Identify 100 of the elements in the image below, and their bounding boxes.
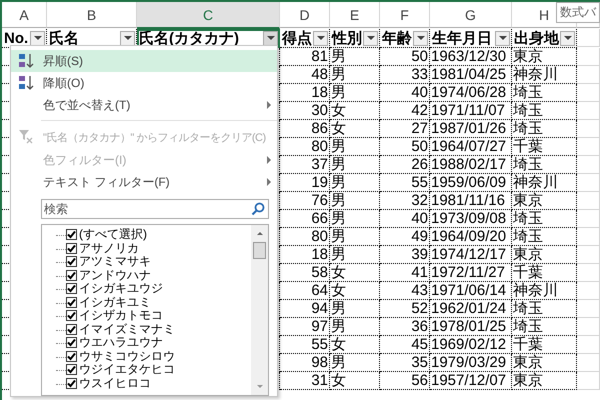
checkbox[interactable] [66, 283, 77, 294]
table-cell: 81 [280, 48, 330, 66]
list-item[interactable]: ウジイエタケヒコ [56, 363, 251, 376]
menu-item[interactable]: 昇順(S) [11, 50, 277, 72]
table-cell: 41 [380, 264, 430, 282]
table-cell: 1987/01/26 [430, 120, 512, 138]
table-cell: 男 [330, 174, 380, 192]
table-cell: 39 [380, 246, 430, 264]
checkbox[interactable] [66, 296, 77, 308]
empty-cell [577, 282, 600, 300]
filter-dropdown-button[interactable] [263, 30, 278, 46]
table-cell: 東京 [512, 48, 577, 66]
checkbox[interactable] [66, 229, 77, 240]
list-item[interactable]: (すべて選択) [56, 228, 251, 242]
table-cell: 66 [280, 210, 330, 228]
table-cell: 男 [330, 210, 380, 228]
empty-cell [577, 246, 600, 264]
table-cell: 1974/12/17 [430, 246, 512, 264]
table-cell: 1979/03/29 [430, 354, 512, 372]
empty-cell [577, 66, 600, 84]
table-cell: 19 [280, 174, 330, 192]
menu-item[interactable]: 色で並べ替え(T) [11, 94, 277, 116]
table-header-cell-text: 年齢 [380, 29, 413, 47]
table-cell: 80 [280, 138, 330, 156]
checkbox[interactable] [66, 364, 77, 376]
table-cell: 97 [280, 318, 330, 336]
table-cell: 東京 [512, 372, 577, 390]
list-item[interactable]: ウサミコウシロウ [56, 350, 251, 363]
checkbox[interactable] [66, 378, 77, 389]
checkbox[interactable] [66, 270, 77, 281]
list-item[interactable]: アツミマサキ [56, 255, 251, 268]
list-item[interactable]: イマイズミマナミ [56, 322, 251, 336]
filter-dropdown-button[interactable] [363, 30, 378, 46]
table-cell: 埼玉 [512, 210, 577, 228]
table-cell: 30 [280, 102, 330, 120]
table-cell: 女 [330, 282, 380, 300]
table-cell: 1969/02/12 [430, 336, 512, 354]
column-header[interactable]: E [330, 2, 380, 28]
table-cell: 40 [380, 84, 430, 102]
table-header-cell: 性別 [330, 29, 363, 47]
submenu-arrow-icon [267, 178, 271, 186]
table-cell: 男 [330, 354, 380, 372]
empty-cell [577, 300, 600, 318]
table-cell: 男 [330, 318, 380, 336]
table-cell: 43 [380, 282, 430, 300]
column-header[interactable]: G [430, 2, 512, 28]
table-cell: 女 [330, 264, 380, 282]
column-header[interactable]: F [380, 2, 430, 28]
filter-dropdown-button[interactable] [30, 30, 45, 46]
checkbox[interactable] [66, 310, 77, 322]
table-cell: 千葉 [512, 138, 577, 156]
table-cell: 26 [380, 156, 430, 174]
table-cell: 男 [330, 246, 380, 264]
empty-cell [577, 210, 600, 228]
filter-dropdown-button[interactable] [560, 30, 575, 46]
checkbox[interactable] [66, 324, 77, 335]
table-cell: 男 [330, 66, 380, 84]
table-cell: 80 [280, 228, 330, 246]
checkbox[interactable] [66, 256, 77, 268]
column-header[interactable]: D [280, 2, 330, 28]
table-cell: 埼玉 [512, 318, 577, 336]
table-cell: 千葉 [512, 336, 577, 354]
filter-dropdown-button[interactable] [120, 30, 135, 46]
list-item[interactable]: イシガキユウジ [56, 282, 251, 296]
list-item[interactable]: ウスイヒロコ [56, 376, 251, 390]
table-header-cell-text: 得点 [280, 29, 313, 47]
table-cell: 1971/06/14 [430, 282, 512, 300]
table-cell: 埼玉 [512, 228, 577, 246]
column-header[interactable]: A [2, 2, 47, 28]
table-cell: 1971/11/07 [430, 102, 512, 120]
menu-item[interactable]: テキスト フィルター(F) [11, 171, 277, 193]
search-field[interactable]: 検索 [41, 199, 269, 219]
filter-dropdown-button[interactable] [495, 30, 510, 46]
table-cell: 1962/01/24 [430, 300, 512, 318]
list-item[interactable]: イシザカトモコ [56, 309, 251, 322]
list-item[interactable]: ウエハラユウナ [56, 336, 251, 350]
table-cell: 男 [330, 156, 380, 174]
checkbox[interactable] [66, 350, 77, 362]
list-item[interactable]: イシガキユミ [56, 296, 251, 309]
empty-cell [577, 156, 600, 174]
table-cell: 東京 [512, 192, 577, 210]
table-header-cell-text: 生年月日 [430, 29, 493, 47]
empty-cell [577, 174, 600, 192]
table-cell: 55 [280, 336, 330, 354]
filter-dropdown-button[interactable] [313, 30, 328, 46]
empty-cell [577, 336, 600, 354]
table-cell: 神奈川 [512, 174, 577, 192]
checkbox[interactable] [66, 242, 77, 254]
filter-dropdown-button[interactable] [413, 30, 428, 46]
table-cell: 男 [330, 84, 380, 102]
scrollbar[interactable] [251, 225, 268, 395]
list-item[interactable]: アンドウハナ [56, 268, 251, 282]
list-item[interactable]: アサノリカ [56, 242, 251, 255]
empty-cell [577, 120, 600, 138]
empty-cell [577, 138, 600, 156]
table-header-cell-text: No. [3, 30, 30, 46]
menu-item[interactable]: 降順(O) [11, 72, 277, 94]
table-cell: 神奈川 [512, 282, 577, 300]
column-header[interactable]: C [137, 2, 280, 29]
checkbox[interactable] [66, 337, 77, 348]
